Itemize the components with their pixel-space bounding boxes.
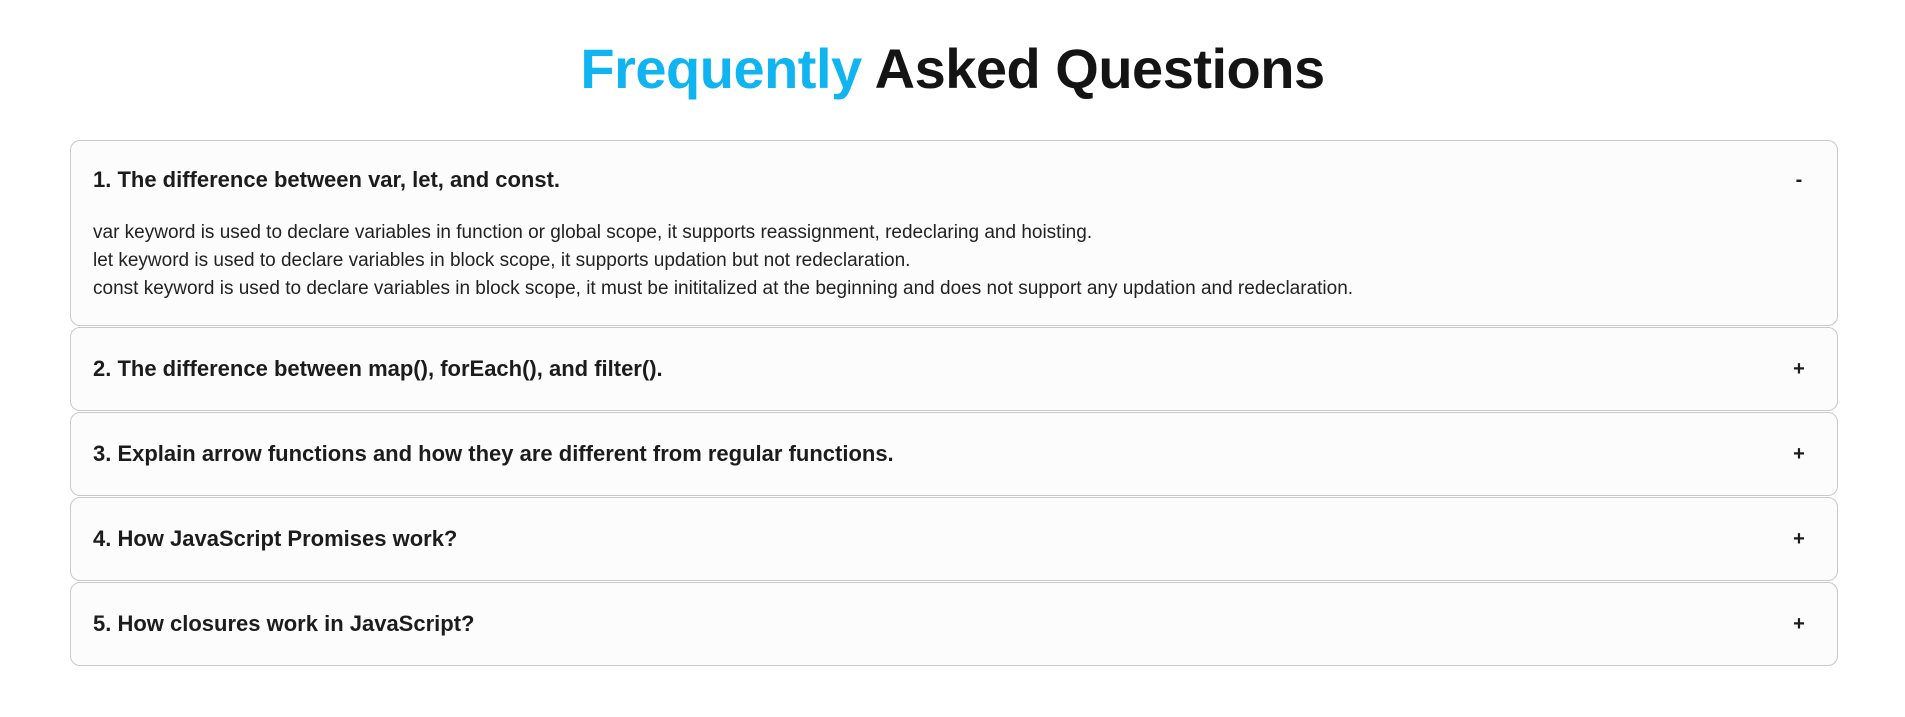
expand-icon[interactable]: +: [1789, 358, 1809, 381]
faq-accordion: 1. The difference between var, let, and …: [70, 140, 1838, 667]
faq-question: 5. How closures work in JavaScript?: [93, 611, 475, 636]
faq-item-3-header[interactable]: 3. Explain arrow functions and how they …: [71, 413, 1837, 495]
faq-item-1: 1. The difference between var, let, and …: [70, 140, 1838, 326]
faq-item-4: 4. How JavaScript Promises work? +: [70, 497, 1838, 581]
expand-icon[interactable]: +: [1789, 613, 1809, 636]
expand-icon[interactable]: +: [1789, 443, 1809, 466]
answer-line: let keyword is used to declare variables…: [93, 250, 911, 271]
expand-icon[interactable]: +: [1789, 528, 1809, 551]
faq-question: 4. How JavaScript Promises work?: [93, 526, 458, 551]
faq-answer: var keyword is used to declare variables…: [71, 219, 1837, 325]
faq-item-2: 2. The difference between map(), forEach…: [70, 327, 1838, 411]
faq-item-2-header[interactable]: 2. The difference between map(), forEach…: [71, 328, 1837, 410]
faq-question: 3. Explain arrow functions and how they …: [93, 441, 894, 466]
faq-item-5-header[interactable]: 5. How closures work in JavaScript? +: [71, 583, 1837, 665]
answer-line: const keyword is used to declare variabl…: [93, 278, 1354, 299]
collapse-icon[interactable]: -: [1789, 169, 1809, 192]
faq-page: Frequently Asked Questions 1. The differ…: [0, 0, 1905, 717]
faq-item-4-header[interactable]: 4. How JavaScript Promises work? +: [71, 498, 1837, 580]
title-accent: Frequently: [580, 37, 862, 100]
faq-question: 2. The difference between map(), forEach…: [93, 356, 663, 381]
title-rest: Asked Questions: [874, 37, 1325, 100]
page-title: Frequently Asked Questions: [0, 36, 1905, 102]
faq-item-3: 3. Explain arrow functions and how they …: [70, 412, 1838, 496]
faq-item-5: 5. How closures work in JavaScript? +: [70, 582, 1838, 666]
answer-line: var keyword is used to declare variables…: [93, 222, 1093, 243]
faq-question: 1. The difference between var, let, and …: [93, 167, 561, 192]
faq-item-1-header[interactable]: 1. The difference between var, let, and …: [71, 141, 1837, 219]
